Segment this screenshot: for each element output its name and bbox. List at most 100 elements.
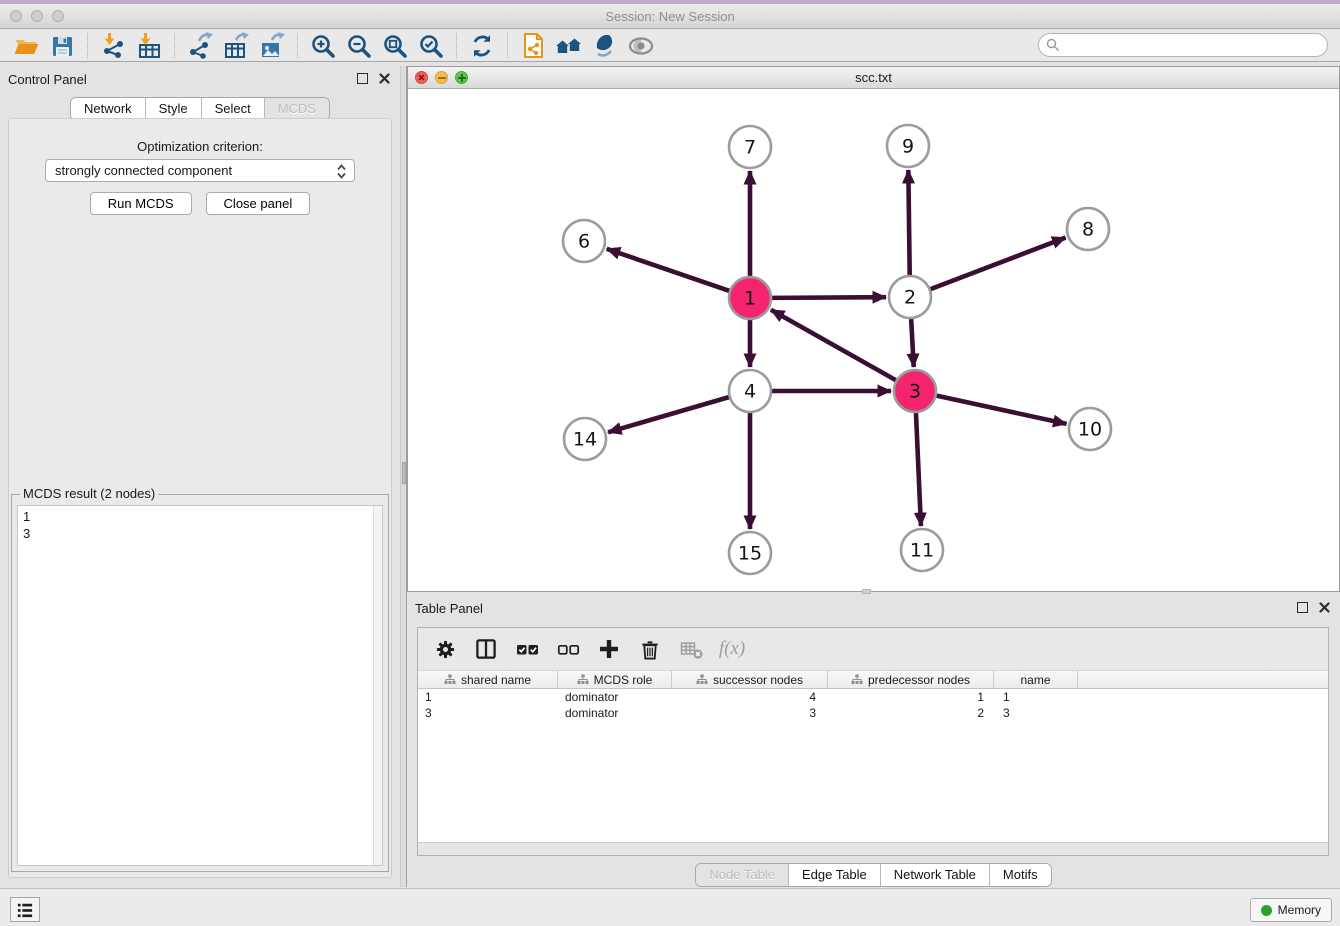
tab-edge-table[interactable]: Edge Table (789, 864, 881, 886)
table-settings-button[interactable] (432, 636, 458, 662)
float-panel-icon[interactable] (1297, 602, 1308, 613)
export-image-button[interactable] (254, 32, 290, 60)
tab-style[interactable]: Style (146, 98, 202, 120)
float-panel-icon[interactable] (357, 73, 368, 84)
tab-motifs[interactable]: Motifs (990, 864, 1051, 886)
column-header-name[interactable]: name (994, 671, 1078, 688)
task-history-button[interactable] (10, 897, 40, 922)
graph-edge[interactable] (911, 319, 914, 367)
close-panel-icon[interactable] (379, 73, 390, 84)
memory-button[interactable]: Memory (1250, 898, 1332, 922)
graph-edge[interactable] (772, 297, 886, 298)
graph-node[interactable]: 7 (729, 126, 771, 168)
graph-node[interactable]: 2 (889, 276, 931, 318)
column-header-predecessor-nodes[interactable]: predecessor nodes (828, 671, 994, 688)
network-canvas[interactable]: 7 9 6 8 1 2 4 3 14 10 15 11 (408, 89, 1339, 591)
tab-mcds[interactable]: MCDS (265, 98, 329, 120)
horizontal-splitter-grip[interactable] (862, 589, 871, 594)
graph-node[interactable]: 11 (901, 529, 943, 571)
graph-edge[interactable] (916, 413, 921, 526)
hide-unhide-button[interactable] (623, 32, 659, 60)
table-row[interactable]: 1dominator411 (418, 689, 1328, 705)
splitter-grip[interactable] (402, 462, 406, 484)
optimization-criterion-select[interactable]: strongly connected component (45, 159, 355, 182)
mcds-result-box[interactable]: 1 3 (17, 505, 383, 866)
close-panel-button[interactable]: Close panel (206, 192, 311, 215)
export-table-button[interactable] (218, 32, 254, 60)
delete-column-button[interactable] (637, 636, 663, 662)
graph-edge[interactable] (607, 249, 729, 291)
table-cell[interactable]: 4 (672, 689, 828, 705)
table-row[interactable]: 3dominator323 (418, 705, 1328, 721)
table-cell[interactable]: 3 (994, 705, 1078, 721)
graph-edge[interactable] (936, 396, 1066, 424)
graph-node[interactable]: 3 (894, 370, 936, 412)
apply-layout-button[interactable] (464, 32, 500, 60)
close-panel-icon[interactable] (1319, 602, 1330, 613)
home-button[interactable] (551, 32, 587, 60)
table-cell[interactable]: 1 (994, 689, 1078, 705)
hierarchy-icon (851, 674, 863, 685)
gear-icon (434, 638, 457, 661)
network-window-titlebar[interactable]: scc.txt (408, 67, 1339, 89)
control-panel: Control Panel Network Style Select MCDS … (0, 66, 400, 887)
table-cell[interactable]: 2 (828, 705, 994, 721)
zoom-fit-button[interactable] (377, 32, 413, 60)
delete-table-button[interactable] (678, 636, 704, 662)
zoom-selected-icon (418, 33, 444, 59)
toggle-column-panel-button[interactable] (473, 636, 499, 662)
export-network-button[interactable] (182, 32, 218, 60)
zoom-out-button[interactable] (341, 32, 377, 60)
zoom-selected-button[interactable] (413, 32, 449, 60)
minimize-network-button[interactable] (435, 71, 448, 84)
table-cell[interactable]: 3 (418, 705, 558, 721)
graph-edge[interactable] (931, 238, 1066, 290)
graph-edge[interactable] (908, 170, 909, 275)
table-cell[interactable]: dominator (558, 689, 672, 705)
tab-network-table[interactable]: Network Table (881, 864, 990, 886)
add-column-button[interactable] (596, 636, 622, 662)
import-table-button[interactable] (131, 32, 167, 60)
style-button[interactable] (587, 32, 623, 60)
table-cell[interactable]: 1 (828, 689, 994, 705)
fx-icon: f(x) (719, 638, 745, 660)
table-cell[interactable]: 3 (672, 705, 828, 721)
tab-node-table[interactable]: Node Table (696, 864, 789, 886)
table-panel-tabs: Node Table Edge Table Network Table Moti… (407, 863, 1340, 887)
maximize-network-button[interactable] (455, 71, 468, 84)
function-builder-button[interactable]: f(x) (719, 636, 745, 662)
open-session-button[interactable] (8, 32, 44, 60)
graph-node[interactable]: 15 (729, 532, 771, 574)
network-file-button[interactable] (515, 32, 551, 60)
graph-edge[interactable] (608, 397, 729, 432)
tab-select[interactable]: Select (202, 98, 265, 120)
select-all-button[interactable] (514, 636, 540, 662)
table-cell[interactable]: dominator (558, 705, 672, 721)
graph-node[interactable]: 8 (1067, 208, 1109, 250)
zoom-in-button[interactable] (305, 32, 341, 60)
result-scrollbar[interactable] (373, 506, 382, 865)
graph-node[interactable]: 6 (563, 220, 605, 262)
column-header-mcds-role[interactable]: MCDS role (558, 671, 672, 688)
column-header-shared-name[interactable]: shared name (418, 671, 558, 688)
search-input[interactable] (1060, 35, 1327, 55)
table-cell[interactable]: 1 (418, 689, 558, 705)
deselect-all-button[interactable] (555, 636, 581, 662)
graph-node[interactable]: 9 (887, 125, 929, 167)
graph-node[interactable]: 14 (564, 418, 606, 460)
graph-node[interactable]: 10 (1069, 408, 1111, 450)
tab-network[interactable]: Network (71, 98, 146, 120)
import-network-button[interactable] (95, 32, 131, 60)
vertical-splitter[interactable] (400, 66, 407, 887)
column-header-successor-nodes[interactable]: successor nodes (672, 671, 828, 688)
window-title: Session: New Session (0, 9, 1340, 24)
graph-node[interactable]: 1 (729, 277, 771, 319)
table-horizontal-scrollbar[interactable] (418, 842, 1328, 855)
run-mcds-button[interactable]: Run MCDS (90, 192, 192, 215)
graph-edge[interactable] (771, 310, 896, 380)
save-session-button[interactable] (44, 32, 80, 60)
close-network-button[interactable] (415, 71, 428, 84)
search-icon (1046, 38, 1060, 52)
graph-node[interactable]: 4 (729, 370, 771, 412)
export-network-icon (187, 32, 214, 59)
